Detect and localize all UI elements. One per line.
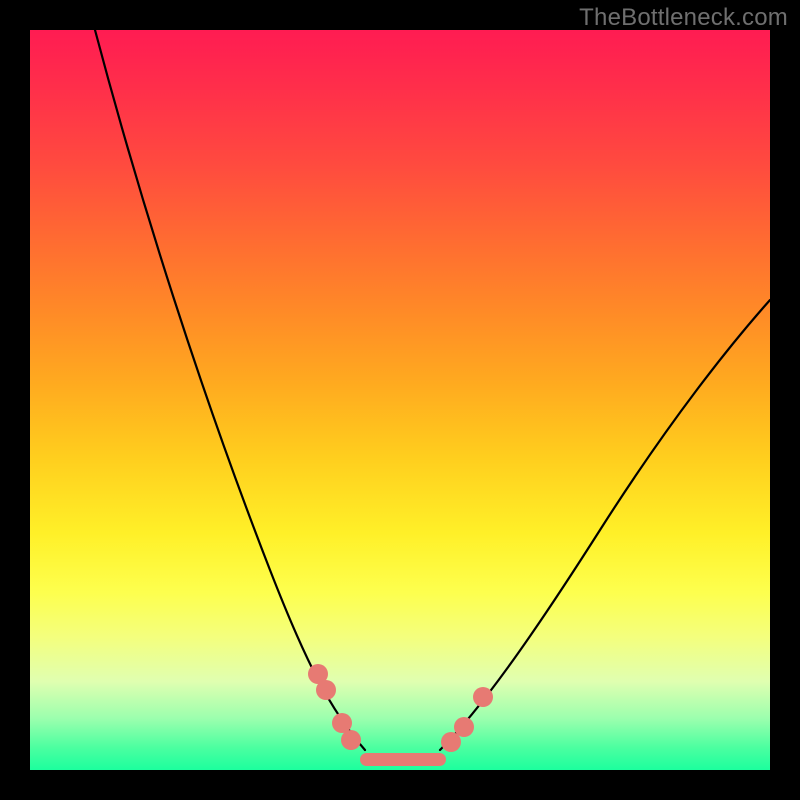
valley-pill: [360, 753, 446, 766]
chart-svg: [30, 30, 770, 770]
marker-dot: [473, 687, 493, 707]
watermark-text: TheBottleneck.com: [579, 4, 788, 32]
marker-dot: [341, 730, 361, 750]
curve-left-arm: [95, 30, 365, 750]
curve-right-arm: [440, 300, 770, 750]
plot-area: [30, 30, 770, 770]
outer-frame: TheBottleneck.com: [0, 0, 800, 800]
marker-dot: [316, 680, 336, 700]
marker-dot: [332, 713, 352, 733]
marker-dot: [454, 717, 474, 737]
